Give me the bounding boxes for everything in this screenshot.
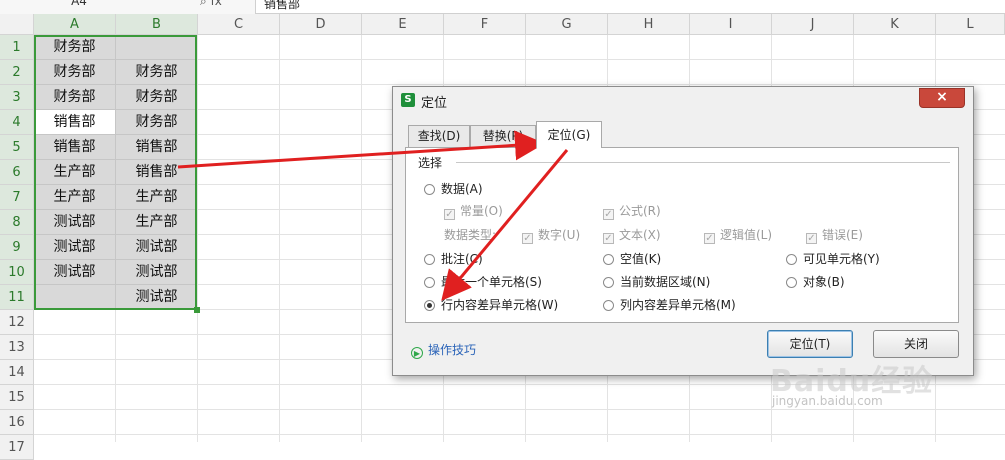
- close-button[interactable]: 关闭: [873, 330, 959, 358]
- option-row-differences-label: 行内容差异单元格(W): [441, 298, 559, 312]
- tab-replace[interactable]: 替换(P): [470, 125, 536, 147]
- locate-button[interactable]: 定位(T): [767, 330, 853, 358]
- close-icon[interactable]: ×: [919, 88, 965, 108]
- dialog-titlebar[interactable]: S 定位 ×: [393, 87, 973, 115]
- formula-input[interactable]: 销售部: [255, 0, 1005, 14]
- search-icon: ⌕: [200, 0, 207, 8]
- option-blank[interactable]: 空值(K): [603, 250, 661, 267]
- wps-logo-icon: S: [401, 93, 415, 107]
- check-number[interactable]: ✓ 数字(U): [522, 226, 580, 244]
- baidu-watermark-url: jingyan.baidu.com: [772, 394, 883, 408]
- checkbox-checked-icon: ✓: [806, 233, 817, 244]
- check-constant[interactable]: ✓ 常量(O): [444, 202, 503, 220]
- group-divider: [456, 162, 950, 163]
- goto-dialog: S 定位 × 查找(D) 替换(P) 定位(G) 选择 数据(A) ✓ 常量(O)…: [392, 86, 974, 376]
- option-column-differences-label: 列内容差异单元格(M): [620, 298, 736, 312]
- data-type-label: 数据类型:: [444, 228, 497, 242]
- check-logical[interactable]: ✓ 逻辑值(L): [704, 226, 772, 244]
- option-blank-label: 空值(K): [620, 252, 662, 266]
- check-formula[interactable]: ✓ 公式(R): [603, 202, 661, 220]
- option-objects[interactable]: 对象(B): [786, 273, 845, 290]
- radio-icon: [786, 277, 797, 288]
- fill-handle[interactable]: [194, 307, 200, 313]
- option-column-differences[interactable]: 列内容差异单元格(M): [603, 296, 736, 313]
- radio-icon: [603, 300, 614, 311]
- option-objects-label: 对象(B): [803, 275, 845, 289]
- formula-bar: A4 ⌕ fx 销售部: [0, 0, 1005, 15]
- radio-icon: [424, 254, 435, 265]
- check-logical-label: 逻辑值(L): [720, 228, 773, 242]
- radio-icon: [603, 254, 614, 265]
- option-visible-cells[interactable]: 可见单元格(Y): [786, 250, 880, 267]
- option-last-cell[interactable]: 最后一个单元格(S): [424, 273, 542, 290]
- dialog-title: 定位: [421, 96, 448, 111]
- fx-label: fx: [210, 0, 222, 8]
- option-current-region-label: 当前数据区域(N): [620, 275, 711, 289]
- check-error[interactable]: ✓ 错误(E): [806, 226, 863, 244]
- option-comment[interactable]: 批注(C): [424, 250, 483, 267]
- radio-icon: [786, 254, 797, 265]
- tips-link[interactable]: ▶ 操作技巧: [411, 341, 476, 359]
- option-comment-label: 批注(C): [441, 252, 483, 266]
- check-number-label: 数字(U): [538, 228, 581, 242]
- check-text[interactable]: ✓ 文本(X): [603, 226, 661, 244]
- radio-selected-icon: [424, 300, 435, 311]
- option-row-differences[interactable]: 行内容差异单元格(W): [424, 296, 558, 313]
- radio-icon: [424, 277, 435, 288]
- checkbox-checked-icon: ✓: [603, 233, 614, 244]
- fx-icon[interactable]: ⌕ fx: [200, 0, 240, 12]
- option-visible-cells-label: 可见单元格(Y): [803, 252, 880, 266]
- option-current-region[interactable]: 当前数据区域(N): [603, 273, 710, 290]
- name-box[interactable]: A4: [0, 0, 158, 12]
- option-data[interactable]: 数据(A): [424, 180, 483, 197]
- goto-panel: 选择 数据(A) ✓ 常量(O) ✓ 公式(R) 数据类型: ✓ 数字(U) ✓ 文本(…: [405, 147, 959, 323]
- radio-icon: [603, 277, 614, 288]
- checkbox-checked-icon: ✓: [522, 233, 533, 244]
- checkbox-checked-icon: ✓: [444, 209, 455, 220]
- checkbox-checked-icon: ✓: [603, 209, 614, 220]
- check-error-label: 错误(E): [822, 228, 863, 242]
- tips-label: 操作技巧: [428, 343, 477, 357]
- check-constant-label: 常量(O): [460, 204, 503, 218]
- group-label-select: 选择: [418, 154, 447, 171]
- checkbox-checked-icon: ✓: [704, 233, 715, 244]
- option-data-label: 数据(A): [441, 182, 483, 196]
- play-icon: ▶: [411, 347, 423, 359]
- check-formula-label: 公式(R): [619, 204, 661, 218]
- tab-find[interactable]: 查找(D): [408, 125, 470, 147]
- option-last-cell-label: 最后一个单元格(S): [441, 275, 542, 289]
- radio-icon: [424, 184, 435, 195]
- tab-goto[interactable]: 定位(G): [536, 121, 602, 148]
- check-text-label: 文本(X): [619, 228, 661, 242]
